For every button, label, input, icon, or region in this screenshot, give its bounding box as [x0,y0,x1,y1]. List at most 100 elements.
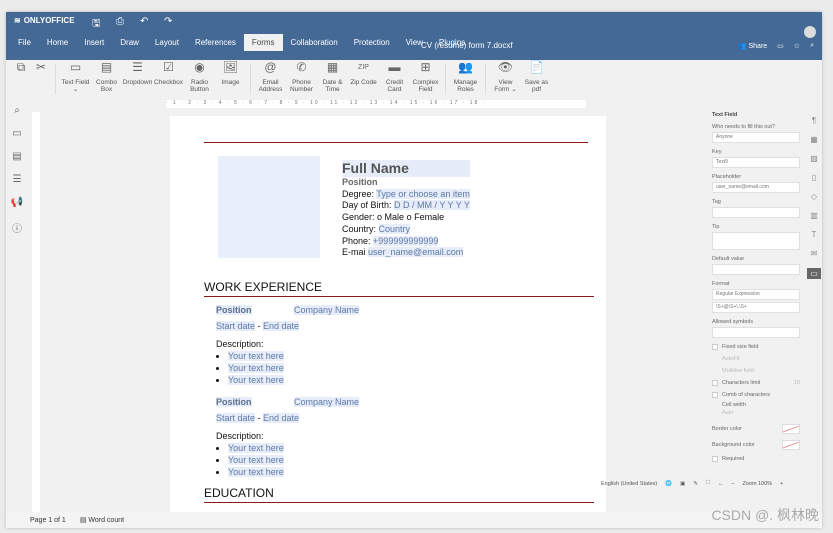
end-date-field[interactable]: End date [263,413,300,423]
chart-icon[interactable]: ▥ [810,211,818,220]
share-button[interactable]: 👥 Share [738,42,767,50]
degree-combo[interactable]: Type or choose an item [376,188,470,199]
save-icon[interactable]: 🖫 [92,16,101,33]
table-icon[interactable]: ▦ [810,135,818,144]
favorite-star-icon[interactable]: ☆ [794,42,800,50]
default-value-input[interactable] [712,264,800,275]
zip-code-button[interactable]: ZIP Zip Code [349,64,378,86]
combo-box-button[interactable]: ▤ Combo Box [92,61,121,93]
full-name-field[interactable]: Full Name [342,160,470,177]
phone-number-button[interactable]: ✆ Phone Number [287,61,316,93]
border-color-picker[interactable] [782,424,800,434]
word-count-button[interactable]: ▤ Word count [80,516,124,524]
text-art-icon[interactable]: T [812,230,817,239]
phone-field[interactable]: +999999999999 [373,235,439,246]
tab-home[interactable]: Home [39,34,76,51]
zoom-in-button[interactable]: + [780,481,783,487]
job-position-field[interactable]: Position [216,305,252,315]
characters-limit-checkbox[interactable]: Characters limit 10 [712,380,800,386]
cut-icon[interactable]: ✂ [32,61,50,79]
image-button[interactable]: 🖼 Image [216,61,245,86]
email-address-button[interactable]: @ Email Address [256,61,285,93]
company-field[interactable]: Company Name [294,305,360,315]
globe-icon[interactable]: 🌐 [665,481,672,487]
fixed-size-checkbox[interactable]: Fixed size field [712,344,800,350]
dob-field[interactable]: D D / MM / Y Y Y Y [394,200,470,211]
complex-field-button[interactable]: ⊞ Complex Field [411,61,440,93]
date-time-button[interactable]: ▦ Date & Time [318,61,347,93]
regex-input[interactable]: \S+@\S+\.\S+ [712,302,800,313]
comb-checkbox[interactable]: Comb of characters [712,392,800,398]
tab-protection[interactable]: Protection [346,34,398,51]
fit-page-icon[interactable]: ⛶ [706,480,710,487]
image-icon[interactable]: ▨ [810,154,818,163]
tab-layout[interactable]: Layout [147,34,187,51]
paragraph-icon[interactable]: ¶ [812,116,816,125]
required-checkbox[interactable]: Required [712,456,800,462]
who-select[interactable]: Anyone [712,132,800,143]
bullet-field[interactable]: Your text here [228,467,284,477]
horizontal-ruler[interactable]: · 1 · 2 · 3 · 4 · 5 · 6 · 7 · 8 · 9 · 10… [166,100,586,108]
mail-merge-icon[interactable]: ✉ [811,249,818,258]
shape-icon[interactable]: ◇ [811,192,817,201]
dropdown-button[interactable]: ☰ Dropdown [123,61,153,86]
language-select[interactable]: English (United States) [601,481,657,487]
avatar[interactable] [804,26,816,38]
position-field[interactable]: Position [342,177,470,189]
tab-plugins[interactable]: Plugins [431,34,473,51]
female-radio[interactable]: o Female [407,212,445,222]
tag-input[interactable] [712,207,800,218]
tip-input[interactable] [712,232,800,250]
checkbox-button[interactable]: ☑ Checkbox [154,61,183,86]
chat-icon[interactable]: ▤ [12,151,21,162]
email-field[interactable]: user_name@email.com [368,247,464,258]
track-changes-icon[interactable]: ✎ [693,481,698,487]
search-icon[interactable]: ⌕ [810,42,814,50]
tab-draw[interactable]: Draw [112,34,147,51]
search-icon[interactable]: ⌕ [14,105,20,116]
radio-button-button[interactable]: ◉ Radio Button [185,61,214,93]
vertical-ruler[interactable] [32,112,40,512]
credit-card-button[interactable]: ▬ Credit Card [380,61,409,93]
photo-placeholder[interactable] [218,156,320,258]
copy-icon[interactable]: ⧉ [12,61,30,79]
country-field[interactable]: Country [378,223,411,234]
background-color-picker[interactable] [782,440,800,450]
redo-icon[interactable]: ↷ [164,16,172,27]
save-as-pdf-button[interactable]: 📄 Save as pdf [522,61,551,93]
tab-view[interactable]: View [398,34,431,51]
autofit-radio[interactable]: AutoFit [722,356,800,362]
tab-forms[interactable]: Forms [243,34,283,51]
cell-width-select[interactable]: Auto [722,410,800,416]
navigation-icon[interactable]: ☰ [13,174,22,185]
placeholder-input[interactable]: user_name@email.com [712,182,800,193]
fit-width-icon[interactable]: ↔ [718,481,724,487]
manage-roles-button[interactable]: 👥 Manage Roles [451,61,480,93]
bullet-field[interactable]: Your text here [228,375,284,385]
spellcheck-icon[interactable]: ▣ [680,481,685,487]
company-field[interactable]: Company Name [294,397,360,407]
about-icon[interactable]: ⓘ [12,220,22,235]
feedback-icon[interactable]: 📢 [11,197,23,208]
tab-references[interactable]: References [187,34,244,51]
open-location-icon[interactable]: ▭ [777,42,784,50]
undo-icon[interactable]: ↶ [140,16,148,27]
print-icon[interactable]: ⎙ [116,16,124,27]
char-limit-spinner[interactable]: 10 [794,380,800,386]
start-date-field[interactable]: Start date [216,321,256,331]
document-page[interactable]: Full Name Position Degree: Type or choos… [170,116,606,516]
bullet-field[interactable]: Your text here [228,443,284,453]
zoom-out-button[interactable]: − [731,481,734,487]
start-date-field[interactable]: Start date [216,413,256,423]
bullet-field[interactable]: Your text here [228,455,284,465]
comments-icon[interactable]: ▭ [12,128,21,139]
multiline-radio[interactable]: Multiline field [722,368,800,374]
header-footer-icon[interactable]: ▯ [812,173,816,182]
key-select[interactable]: Text9 [712,157,800,168]
form-settings-icon[interactable]: ▭ [807,268,821,279]
allowed-symbols-input[interactable] [712,327,800,338]
bullet-field[interactable]: Your text here [228,351,284,361]
format-select[interactable]: Regular Expression [712,289,800,300]
tab-collaboration[interactable]: Collaboration [283,34,346,51]
tab-file[interactable]: File [10,34,39,51]
